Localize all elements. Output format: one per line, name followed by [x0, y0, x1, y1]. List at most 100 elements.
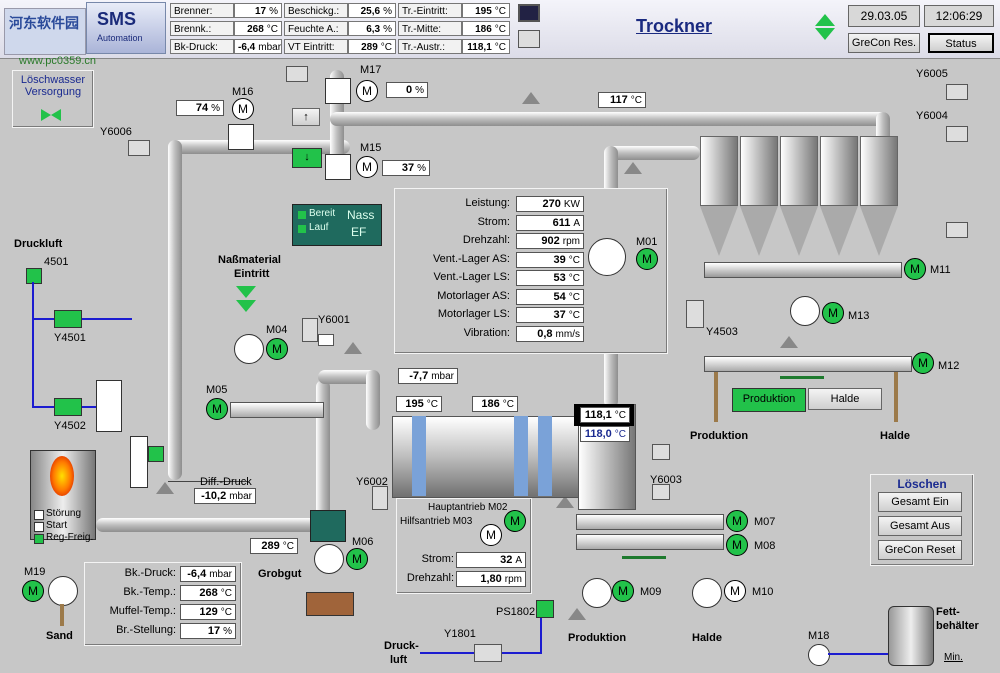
- grecon-reset-button[interactable]: GreCon Reset: [878, 540, 962, 560]
- ps1802-sensor-icon[interactable]: [536, 600, 554, 618]
- pipe: [366, 370, 380, 430]
- scroll-down-icon[interactable]: [815, 28, 835, 40]
- info-label: Bk.-Druck:: [124, 567, 176, 579]
- m01-motor-icon[interactable]: M: [636, 248, 658, 270]
- y6001-valve-icon[interactable]: [302, 318, 318, 342]
- loeschen-title: Löschen: [897, 477, 947, 491]
- flow-indicator-icon: [780, 336, 798, 348]
- scroll-up-icon[interactable]: [815, 14, 835, 26]
- info-value: 0,8 mm/s: [516, 325, 584, 342]
- time-display: 12:06:29: [924, 5, 994, 27]
- monitor-icon[interactable]: [518, 4, 540, 22]
- m17-damper-icon[interactable]: [325, 78, 351, 104]
- m02-motor-icon[interactable]: M: [504, 510, 526, 532]
- grecon-res-button[interactable]: GreCon Res.: [848, 33, 920, 53]
- m17-motor-icon[interactable]: M: [356, 80, 378, 102]
- fan-icon[interactable]: [588, 238, 626, 276]
- screw-conveyor-icon: [230, 402, 324, 418]
- bereit-indicator-icon: [298, 211, 306, 219]
- produktion-switch-button[interactable]: Produktion: [732, 388, 806, 412]
- status-button[interactable]: Status: [928, 33, 994, 53]
- flow-indicator-icon: [522, 92, 540, 104]
- t4501-sensor-icon[interactable]: [26, 268, 42, 284]
- m16-damper-icon[interactable]: [228, 124, 254, 150]
- m19-rotary-valve-icon[interactable]: [48, 576, 78, 606]
- info-value: 39 °C: [516, 251, 584, 268]
- m07-motor-icon[interactable]: M: [726, 510, 748, 532]
- logo-sub: Automation: [97, 33, 143, 43]
- y4502-tag: Y4502: [54, 420, 86, 432]
- header-label: Brenner:: [170, 3, 234, 18]
- y6006-valve-icon[interactable]: [128, 140, 150, 156]
- y6002-valve-icon[interactable]: [372, 486, 388, 510]
- y1801-tag: Y1801: [444, 628, 476, 640]
- m08-motor-icon[interactable]: M: [726, 534, 748, 556]
- lauf-indicator-icon: [298, 225, 306, 233]
- y4502-valve-icon[interactable]: [54, 398, 82, 416]
- direction-arrow-icon: [780, 376, 824, 379]
- diff-druck-label: Diff.-Druck: [200, 476, 252, 488]
- header-value: 118,1 °C: [462, 39, 510, 54]
- m15-percent: 37%: [382, 160, 430, 176]
- m13-rotary-valve-icon[interactable]: [790, 296, 820, 326]
- m15-damper-icon[interactable]: [325, 154, 351, 180]
- gesamt-aus-button[interactable]: Gesamt Aus: [878, 516, 962, 536]
- halde-label: Halde: [880, 430, 910, 442]
- info-label: Drehzahl:: [406, 572, 454, 584]
- up-arrow-button[interactable]: ↑: [292, 108, 320, 126]
- y4501-valve-icon[interactable]: [54, 310, 82, 328]
- m10-motor-icon[interactable]: M: [724, 580, 746, 602]
- regfrei-indicator-icon: [34, 534, 44, 544]
- mid-pressure: -7,7 mbar: [398, 368, 458, 384]
- flow-indicator-icon: [156, 482, 174, 494]
- m03-motor-icon[interactable]: M: [480, 524, 502, 546]
- m15-motor-icon[interactable]: M: [356, 156, 378, 178]
- y4503-valve-icon[interactable]: [686, 300, 704, 328]
- y6003-valve-icon[interactable]: [652, 484, 670, 500]
- fett-tank-icon: [888, 606, 934, 666]
- m10-rotary-valve-icon[interactable]: [692, 578, 722, 608]
- druckluft-bottom-2: luft: [390, 654, 408, 666]
- m06-motor-icon[interactable]: M: [346, 548, 368, 570]
- nass-ef-panel[interactable]: Bereit Lauf Nass EF: [292, 204, 382, 246]
- m16-motor-icon[interactable]: M: [232, 98, 254, 120]
- m13-motor-icon[interactable]: M: [822, 302, 844, 324]
- m05-tag: M05: [206, 384, 228, 396]
- halde-switch-button[interactable]: Halde: [808, 388, 882, 410]
- bereit-label: Bereit: [309, 208, 336, 219]
- gesamt-ein-button[interactable]: Gesamt Ein: [878, 492, 962, 512]
- m11-tag: M11: [930, 264, 951, 276]
- y1801-valve-icon[interactable]: [474, 644, 502, 662]
- m18-pump-icon[interactable]: [808, 644, 830, 666]
- info-label: Muffel-Temp.:: [109, 605, 176, 617]
- loeschwasser-panel[interactable]: Löschwasser Versorgung: [12, 70, 94, 128]
- header-label: VT Eintritt:: [284, 39, 348, 54]
- m04-motor-icon[interactable]: M: [266, 338, 288, 360]
- diff-druck-value: -10,2 mbar: [194, 488, 256, 504]
- m05-motor-icon[interactable]: M: [206, 398, 228, 420]
- m19-motor-icon[interactable]: M: [22, 580, 44, 602]
- flow-arrow-icon: [60, 604, 64, 626]
- y6005-valve-icon[interactable]: [946, 84, 968, 100]
- printer-icon[interactable]: [518, 30, 540, 48]
- cyclone-body: [700, 136, 738, 206]
- valve-icon[interactable]: [652, 444, 670, 460]
- flow-indicator-icon: [344, 342, 362, 354]
- m09-rotary-valve-icon[interactable]: [582, 578, 612, 608]
- m09-motor-icon[interactable]: M: [612, 580, 634, 602]
- valve-icon[interactable]: [286, 66, 308, 82]
- m12-motor-icon[interactable]: M: [912, 352, 934, 374]
- m04-rotary-valve-icon[interactable]: [234, 334, 264, 364]
- m11-motor-icon[interactable]: M: [904, 258, 926, 280]
- valve-icon[interactable]: [946, 222, 968, 238]
- outlet-temp-2: 118,0 °C: [580, 426, 630, 442]
- m07-tag: M07: [754, 516, 776, 528]
- y6004-valve-icon[interactable]: [946, 126, 968, 142]
- m06-rotary-valve-icon[interactable]: [314, 544, 344, 574]
- header-value: 17%: [234, 3, 282, 18]
- grobgut-label: Grobgut: [258, 568, 302, 580]
- m08-tag: M08: [754, 540, 776, 552]
- down-arrow-button[interactable]: ↓: [292, 148, 322, 168]
- druckluft-label: Druckluft: [14, 238, 63, 250]
- info-value: 37 °C: [516, 307, 584, 323]
